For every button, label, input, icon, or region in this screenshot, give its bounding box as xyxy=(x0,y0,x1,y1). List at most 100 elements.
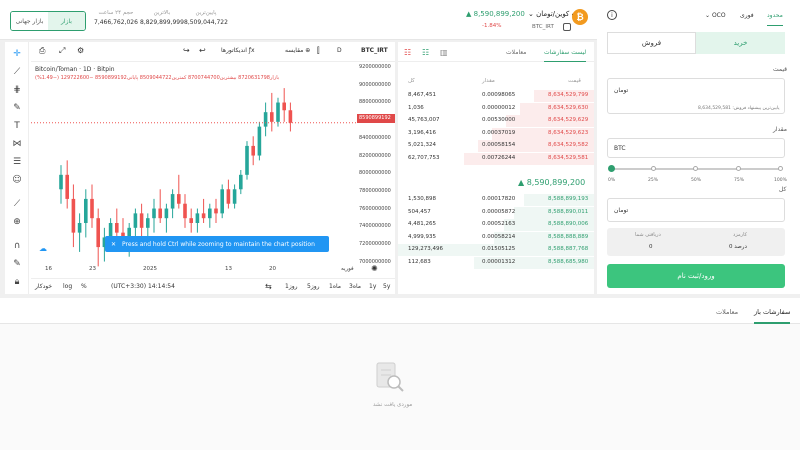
percent-scale-button[interactable]: % xyxy=(81,283,87,290)
stat-volume: حجم ۲۴ ساعت 7,466,762,026 xyxy=(94,10,138,26)
slider-dot-75[interactable] xyxy=(736,166,741,171)
pattern-icon[interactable]: ⋈ xyxy=(11,138,23,150)
fee-box: دریافتی شما 0 کارمزد 0 درصد xyxy=(607,228,785,256)
log-scale-button[interactable]: log xyxy=(63,283,72,290)
price-field[interactable]: تومان پایین‌ترین پیشنهاد فروش: 8,634,529… xyxy=(607,78,785,114)
crosshair-icon[interactable]: ✛ xyxy=(11,48,23,60)
timezone-label[interactable]: (UTC+3:30) 14:14:54 xyxy=(111,283,175,290)
interval-button[interactable]: D xyxy=(337,47,342,54)
camera-icon[interactable]: ⎙ xyxy=(39,46,45,56)
tab-order-list[interactable]: لیست سفارشات xyxy=(544,49,587,62)
slider-label-50: 50% xyxy=(691,178,702,183)
login-submit-button[interactable]: ورود/ثبت نام xyxy=(607,264,785,288)
symbol-button[interactable]: BTC_IRT xyxy=(361,47,388,54)
tab-trades[interactable]: معاملات xyxy=(506,49,526,56)
settings-icon[interactable]: ⚙ xyxy=(77,46,84,55)
bid-row[interactable]: 4,481,265 0.00052163 8,588,890,006 xyxy=(398,219,594,231)
brush-icon[interactable]: ✎ xyxy=(11,102,23,114)
y-tick-label: 8200000000 xyxy=(359,152,391,159)
candle-body xyxy=(226,189,231,204)
y-tick-label: 7400000000 xyxy=(359,223,391,230)
book-view-asks-icon[interactable]: ▥ xyxy=(440,48,448,57)
slider-dot-50[interactable] xyxy=(693,166,698,171)
slider-dot-25[interactable] xyxy=(651,166,656,171)
ask-row[interactable]: 8,467,451 0.00098065 8,634,529,799 xyxy=(398,90,594,102)
stat-low-label: پایین‌ترین xyxy=(195,10,217,16)
magnet-icon[interactable]: ∩ xyxy=(11,240,23,252)
bid-amount: 0.00058214 xyxy=(482,233,516,240)
range-5d[interactable]: 5روز xyxy=(307,283,320,290)
fullscreen-icon[interactable]: ⤢ xyxy=(59,46,65,56)
ask-row[interactable]: 62,707,753 0.00726244 8,634,529,581 xyxy=(398,152,594,165)
amount-slider-handle[interactable] xyxy=(608,165,615,172)
range-1y[interactable]: 1y xyxy=(369,283,376,290)
ask-row[interactable]: 3,196,416 0.00037019 8,634,529,623 xyxy=(398,127,594,140)
order-type-limit[interactable]: محدود xyxy=(767,12,783,26)
bid-row[interactable]: 112,683 0.00001312 8,588,685,980 xyxy=(398,256,594,269)
ask-price: 8,634,529,629 xyxy=(548,117,589,123)
bid-row[interactable]: 4,999,935 0.00058214 8,588,888,889 xyxy=(398,231,594,244)
chart-bottom-bar: خودکار log % (UTC+3:30) 14:14:54 ⇆ 1روز … xyxy=(31,278,395,294)
ruler-icon[interactable]: ⟋ xyxy=(11,198,23,210)
bid-row[interactable]: 129,273,496 0.01505125 8,588,887,768 xyxy=(398,244,594,256)
zoom-icon[interactable]: ⊕ xyxy=(11,216,23,228)
lock-draw-icon[interactable]: ✎ xyxy=(11,258,23,270)
bid-amount: 0.01505125 xyxy=(482,246,516,252)
ask-row[interactable]: 5,021,324 0.00058154 8,634,529,582 xyxy=(398,140,594,152)
candle-type-icon[interactable]: ⫿ xyxy=(317,46,320,56)
date-range-icon[interactable]: ⇆ xyxy=(265,282,272,291)
bid-price: 8,588,890,006 xyxy=(548,221,589,227)
ask-row[interactable]: 45,763,007 0.00530000 8,634,529,629 xyxy=(398,115,594,127)
stat-volume-value: 7,466,762,026 xyxy=(94,19,138,26)
lock-icon[interactable]: 🔒︎ xyxy=(11,276,23,288)
amount-field[interactable]: BTC xyxy=(607,138,785,158)
auto-scale-button[interactable]: خودکار xyxy=(35,283,52,290)
sell-tab[interactable]: فروش xyxy=(607,32,696,54)
candle-body xyxy=(139,213,144,228)
undo-icon[interactable]: ↩ xyxy=(199,46,206,55)
market-toggle[interactable]: بازار جهانی بازار xyxy=(10,11,86,31)
ask-row[interactable]: 1,036 0.00000012 8,634,529,630 xyxy=(398,102,594,115)
ask-total: 1,036 xyxy=(408,104,424,111)
ask-total: 8,467,451 xyxy=(408,92,436,98)
close-icon[interactable]: ✕ xyxy=(111,241,116,248)
price-hint[interactable]: پایین‌ترین پیشنهاد فروش: 8,634,529,581 xyxy=(698,106,780,111)
slider-label-25: 25% xyxy=(648,178,659,183)
order-type-market[interactable]: فوری xyxy=(740,12,754,19)
info-icon[interactable]: i xyxy=(607,10,617,20)
range-5y[interactable]: 5y xyxy=(383,283,390,290)
candle-body xyxy=(177,194,181,204)
range-1d[interactable]: 1روز xyxy=(285,283,298,290)
redo-icon[interactable]: ↪ xyxy=(183,46,190,55)
zoom-notice-text: Press and hold Ctrl while zooming to mai… xyxy=(122,240,315,248)
axis-settings-icon[interactable]: ✺ xyxy=(371,264,378,273)
book-view-both-icon[interactable]: ☷ xyxy=(404,48,411,57)
tab-open-orders[interactable]: سفارشات باز xyxy=(754,308,791,324)
slider-dot-100[interactable] xyxy=(778,166,783,171)
order-type-oco[interactable]: ⌄ OCO xyxy=(705,12,726,19)
buy-tab[interactable]: خرید xyxy=(696,32,785,54)
bid-row[interactable]: 504,457 0.00005872 8,588,890,011 xyxy=(398,206,594,219)
order-type-oco-label: OCO xyxy=(711,12,726,19)
local-market-tab[interactable]: بازار xyxy=(48,12,85,30)
compare-label: مقایسه xyxy=(285,47,304,54)
ask-price: 8,634,529,581 xyxy=(548,154,589,161)
text-icon[interactable]: T xyxy=(11,120,23,132)
emoji-icon[interactable]: ☺ xyxy=(11,174,23,186)
global-market-tab[interactable]: بازار جهانی xyxy=(11,12,48,30)
total-field[interactable]: تومان xyxy=(607,198,785,222)
range-3m[interactable]: 3ماه xyxy=(349,283,361,290)
indicators-button[interactable]: اندیکاتورها ƒx xyxy=(221,47,255,54)
compare-button[interactable]: مقایسه ⊕ xyxy=(285,47,310,54)
copy-icon[interactable] xyxy=(563,23,571,31)
trendline-icon[interactable]: ⟋ xyxy=(11,66,23,78)
candle-body xyxy=(71,198,76,233)
range-1m[interactable]: 1ماه xyxy=(329,283,341,290)
bid-row[interactable]: 1,530,898 0.00017820 8,588,899,193 xyxy=(398,194,594,206)
book-view-bids-icon[interactable]: ☷ xyxy=(422,48,429,57)
measure-icon[interactable]: ☰ xyxy=(11,156,23,168)
y-tick-label: 9000000000 xyxy=(359,81,391,88)
ask-amount: 0.00726244 xyxy=(482,154,516,161)
tab-trades-history[interactable]: معاملات xyxy=(716,308,738,316)
fib-icon[interactable]: ⋕ xyxy=(11,84,23,96)
